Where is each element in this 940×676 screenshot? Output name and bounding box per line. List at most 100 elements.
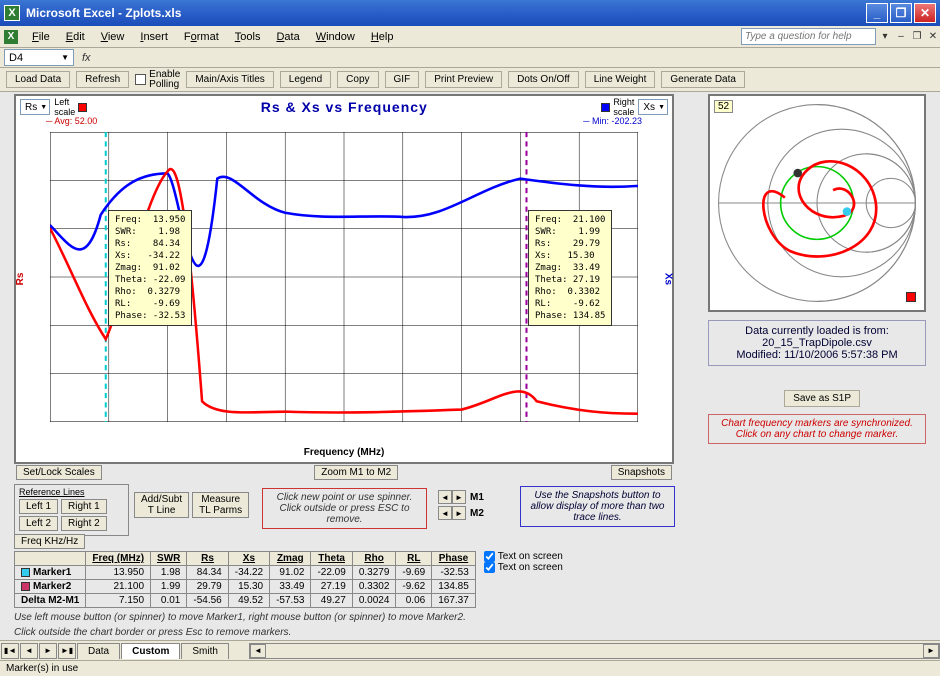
- snapshots-button[interactable]: Snapshots: [611, 465, 672, 480]
- menu-tools[interactable]: Tools: [227, 31, 269, 43]
- right-scale-label: Right scale: [613, 97, 634, 117]
- m1-left-button[interactable]: ◄: [438, 490, 452, 504]
- ref-left1-button[interactable]: Left 1: [19, 499, 58, 514]
- generate-data-button[interactable]: Generate Data: [661, 71, 745, 88]
- zoom-button[interactable]: Zoom M1 to M2: [314, 465, 398, 480]
- menu-insert[interactable]: Insert: [132, 31, 176, 43]
- close-button[interactable]: ✕: [914, 3, 936, 23]
- tab-smith[interactable]: Smith: [181, 643, 229, 659]
- line-weight-button[interactable]: Line Weight: [585, 71, 656, 88]
- ref-right2-button[interactable]: Right 2: [61, 516, 107, 531]
- ref-left2-button[interactable]: Left 2: [19, 516, 58, 531]
- help-question-box[interactable]: [741, 28, 876, 45]
- doc-minimize-button[interactable]: –: [894, 30, 908, 44]
- marker2-tooltip: Freq: 21.100 SWR: 1.99 Rs: 29.79 Xs: 15.…: [528, 210, 612, 326]
- snapshots-hint: Use the Snapshots button to allow displa…: [520, 486, 675, 527]
- menu-file[interactable]: FFileile: [24, 31, 58, 43]
- tab-nav-last[interactable]: ►▮: [58, 643, 76, 659]
- menu-window[interactable]: Window: [308, 31, 363, 43]
- data-source-info: Data currently loaded is from: 20_15_Tra…: [708, 320, 926, 366]
- doc-help-dropdown[interactable]: ▾: [878, 30, 892, 44]
- horizontal-scrollbar[interactable]: ◄►: [249, 643, 940, 659]
- status-bar: Marker(s) in use: [0, 660, 940, 676]
- right-color-swatch: [601, 103, 610, 112]
- menu-view[interactable]: View: [93, 31, 133, 43]
- left-trace-dropdown[interactable]: Rs: [20, 99, 50, 115]
- right-trace-dropdown[interactable]: Xs: [638, 99, 668, 115]
- window-titlebar: X Microsoft Excel - Zplots.xls _ ❐ ✕: [0, 0, 940, 26]
- minimize-button[interactable]: _: [866, 3, 888, 23]
- copy-button[interactable]: Copy: [337, 71, 378, 88]
- fx-icon[interactable]: fx: [82, 52, 91, 64]
- hscroll-left[interactable]: ◄: [250, 644, 266, 658]
- custom-toolbar: Load Data Refresh Enable Polling Main/Ax…: [0, 68, 940, 92]
- m2-right-button[interactable]: ►: [452, 506, 466, 520]
- y-axis-right-label: Xs: [662, 273, 673, 285]
- smith-z0-label: 52: [714, 100, 733, 113]
- table-row: Delta M2-M17.1500.01-54.5649.52-57.5349.…: [15, 594, 476, 608]
- left-color-swatch: [78, 103, 87, 112]
- workspace: Rs Left scale Rs & Xs vs Frequency Right…: [0, 92, 940, 648]
- tab-custom[interactable]: Custom: [121, 643, 180, 659]
- menubar: X FFileile Edit View Insert Format Tools…: [0, 26, 940, 48]
- load-data-button[interactable]: Load Data: [6, 71, 70, 88]
- name-box[interactable]: D4▼: [4, 49, 74, 66]
- plot-area[interactable]: 131415 161718 192021 2223 050100 1502002…: [50, 132, 638, 422]
- text-on-screen-2[interactable]: Text on screen: [484, 562, 563, 573]
- menu-format[interactable]: Format: [176, 31, 227, 43]
- freq-unit-button[interactable]: Freq KHz/Hz: [14, 534, 85, 549]
- min-label: ─ Min: -202.23: [583, 116, 642, 128]
- tab-nav-prev[interactable]: ◄: [20, 643, 38, 659]
- x-axis-label: Frequency (MHz): [16, 447, 672, 458]
- formula-bar: D4▼ fx: [0, 48, 940, 68]
- excel-icon: X: [4, 5, 20, 21]
- doc-close-button[interactable]: ✕: [926, 30, 940, 44]
- status-text: Marker(s) in use: [6, 663, 78, 674]
- marker-spinners: ◄►M1 ◄►M2: [438, 490, 484, 522]
- enable-polling-label: Enable Polling: [149, 70, 180, 90]
- tip-line-1: Use left mouse button (or spinner) to mo…: [14, 612, 714, 623]
- measure-tlparms-button[interactable]: Measure TL Parms: [192, 492, 249, 518]
- menu-help[interactable]: Help: [363, 31, 402, 43]
- save-s1p-button[interactable]: Save as S1P: [784, 390, 860, 407]
- tab-nav-next[interactable]: ►: [39, 643, 57, 659]
- sheet-tabs-bar: ▮◄ ◄ ► ►▮ Data Custom Smith ◄►: [0, 640, 940, 660]
- main-chart[interactable]: Rs Left scale Rs & Xs vs Frequency Right…: [14, 94, 674, 464]
- sync-note: Chart frequency markers are synchronized…: [708, 414, 926, 444]
- gif-button[interactable]: GIF: [385, 71, 420, 88]
- marker1-tooltip: Freq: 13.950 SWR: 1.98 Rs: 84.34 Xs: -34…: [108, 210, 192, 326]
- click-hint: Click new point or use spinner. Click ou…: [262, 488, 427, 529]
- smith-color-swatch: [906, 292, 916, 302]
- hscroll-right[interactable]: ►: [923, 644, 939, 658]
- enable-polling-checkbox[interactable]: [135, 74, 146, 85]
- reference-lines-panel: Reference Lines Left 1Right 1 Left 2Righ…: [14, 484, 129, 536]
- workbook-icon: X: [4, 30, 18, 44]
- tab-nav-first[interactable]: ▮◄: [1, 643, 19, 659]
- table-row: Marker221.1001.9929.7915.3033.4927.190.3…: [15, 580, 476, 594]
- refresh-button[interactable]: Refresh: [76, 71, 129, 88]
- doc-restore-button[interactable]: ❐: [910, 30, 924, 44]
- titles-button[interactable]: Main/Axis Titles: [186, 71, 273, 88]
- chart-title: Rs & Xs vs Frequency: [90, 99, 598, 115]
- reference-lines-label: Reference Lines: [19, 487, 124, 497]
- marker-table: Freq (MHz)SWRRsXsZmagThetaRhoRLPhase Mar…: [14, 551, 476, 608]
- tab-data[interactable]: Data: [77, 643, 120, 659]
- marker-table-area: Freq KHz/Hz Freq (MHz)SWRRsXsZmagThetaRh…: [14, 534, 714, 638]
- m1-label: M1: [470, 492, 484, 503]
- y-axis-left-label: Rs: [15, 273, 26, 286]
- smith-chart[interactable]: 52: [708, 94, 926, 312]
- maximize-button[interactable]: ❐: [890, 3, 912, 23]
- m1-right-button[interactable]: ►: [452, 490, 466, 504]
- set-scales-button[interactable]: Set/Lock Scales: [16, 465, 102, 480]
- m2-left-button[interactable]: ◄: [438, 506, 452, 520]
- menu-data[interactable]: Data: [268, 31, 307, 43]
- menu-edit[interactable]: Edit: [58, 31, 93, 43]
- marker2-swatch: [21, 582, 30, 591]
- print-preview-button[interactable]: Print Preview: [425, 71, 502, 88]
- dots-button[interactable]: Dots On/Off: [508, 71, 579, 88]
- add-tline-button[interactable]: Add/Subt T Line: [134, 492, 189, 518]
- ref-right1-button[interactable]: Right 1: [61, 499, 107, 514]
- text-on-screen-1[interactable]: Text on screen: [484, 551, 563, 562]
- tip-line-2: Click outside the chart border or press …: [14, 627, 714, 638]
- legend-button[interactable]: Legend: [280, 71, 331, 88]
